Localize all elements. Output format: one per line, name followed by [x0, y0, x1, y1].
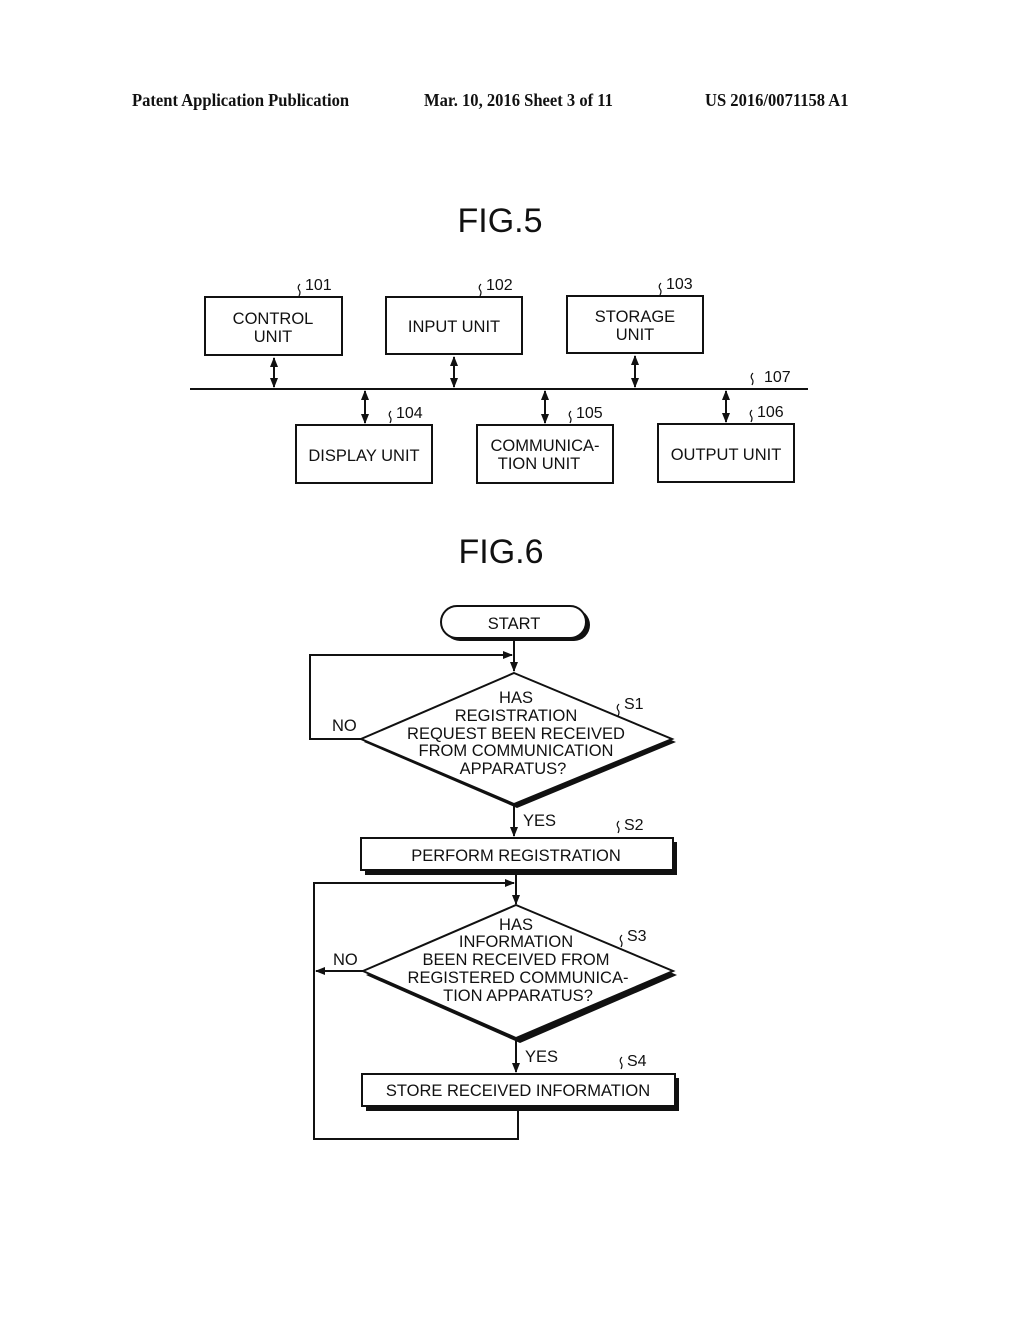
block-output-unit: OUTPUT UNIT 106: [657, 390, 795, 483]
s2-ref: S2: [624, 817, 644, 834]
leader: [658, 282, 662, 296]
s3-yes-label: YES: [525, 1048, 558, 1066]
s3-text: INFORMATION: [459, 933, 573, 951]
block-label: STORAGE: [595, 308, 675, 326]
s1-ref: S1: [624, 696, 644, 713]
leader-107: [750, 372, 754, 386]
block-label: DISPLAY UNIT: [308, 447, 419, 465]
fig5-title: FIG.5: [457, 202, 542, 240]
s1-text: REGISTRATION: [455, 707, 578, 725]
leader: [297, 283, 301, 297]
s4-process: STORE RECEIVED INFORMATION S4: [361, 1053, 679, 1111]
leader: [388, 410, 392, 424]
s2-text: PERFORM REGISTRATION: [411, 847, 621, 865]
leader: [616, 703, 620, 717]
block-ref: 104: [396, 405, 423, 422]
block-ref: 102: [486, 277, 513, 294]
s1-decision: HAS REGISTRATION REQUEST BEEN RECEIVED F…: [358, 671, 676, 808]
block-input-unit: INPUT UNIT 102: [385, 277, 523, 388]
block-ref: 101: [305, 277, 332, 294]
block-label: CONTROL: [233, 310, 314, 328]
fig5: FIG.5 107 CONTROL UNIT 101 INPUT UNIT 10…: [190, 202, 808, 484]
block-label: INPUT UNIT: [408, 318, 500, 336]
leader: [478, 283, 482, 297]
block-label: UNIT: [254, 328, 293, 346]
s3-text: HAS: [499, 916, 533, 934]
bus-ref: 107: [764, 369, 791, 386]
s1-text: HAS: [499, 689, 533, 707]
leader: [619, 934, 623, 948]
s3-decision: HAS INFORMATION BEEN RECEIVED FROM REGIS…: [360, 903, 677, 1043]
block-label: TION UNIT: [498, 455, 581, 473]
s3-ref: S3: [627, 928, 647, 945]
block-storage-unit: STORAGE UNIT 103: [566, 276, 704, 388]
s3-text: REGISTERED COMMUNICA-: [408, 969, 629, 987]
s3-text: TION APPARATUS?: [443, 987, 593, 1005]
fig6-title: FIG.6: [458, 533, 543, 571]
block-label: UNIT: [616, 326, 655, 344]
block-ref: 105: [576, 405, 603, 422]
start-label: START: [488, 615, 541, 633]
block-ref: 106: [757, 404, 784, 421]
leader: [749, 409, 753, 423]
s4-ref: S4: [627, 1053, 647, 1070]
fig6: FIG.6 START NO HAS REGISTRATION REQUEST …: [309, 533, 679, 1140]
block-control-unit: CONTROL UNIT 101: [204, 277, 343, 388]
s3-no-label: NO: [333, 951, 358, 969]
s1-text: APPARATUS?: [460, 760, 567, 778]
leader: [616, 820, 620, 834]
leader: [619, 1056, 623, 1070]
s1-no-label: NO: [332, 717, 357, 735]
start-terminal: START: [440, 605, 590, 641]
leader: [568, 410, 572, 424]
block-ref: 103: [666, 276, 693, 293]
drawing-sheet: FIG.5 107 CONTROL UNIT 101 INPUT UNIT 10…: [190, 202, 808, 1140]
block-label: COMMUNICA-: [490, 437, 599, 455]
s4-text: STORE RECEIVED INFORMATION: [386, 1082, 650, 1100]
s2-process: PERFORM REGISTRATION S2: [360, 817, 677, 875]
s1-text: REQUEST BEEN RECEIVED: [407, 725, 625, 743]
s1-yes-label: YES: [523, 812, 556, 830]
s1-text: FROM COMMUNICATION: [419, 742, 614, 760]
block-communication-unit: COMMUNICA- TION UNIT 105: [476, 390, 614, 484]
block-label: OUTPUT UNIT: [671, 446, 782, 464]
s3-text: BEEN RECEIVED FROM: [422, 951, 609, 969]
block-display-unit: DISPLAY UNIT 104: [295, 390, 433, 484]
